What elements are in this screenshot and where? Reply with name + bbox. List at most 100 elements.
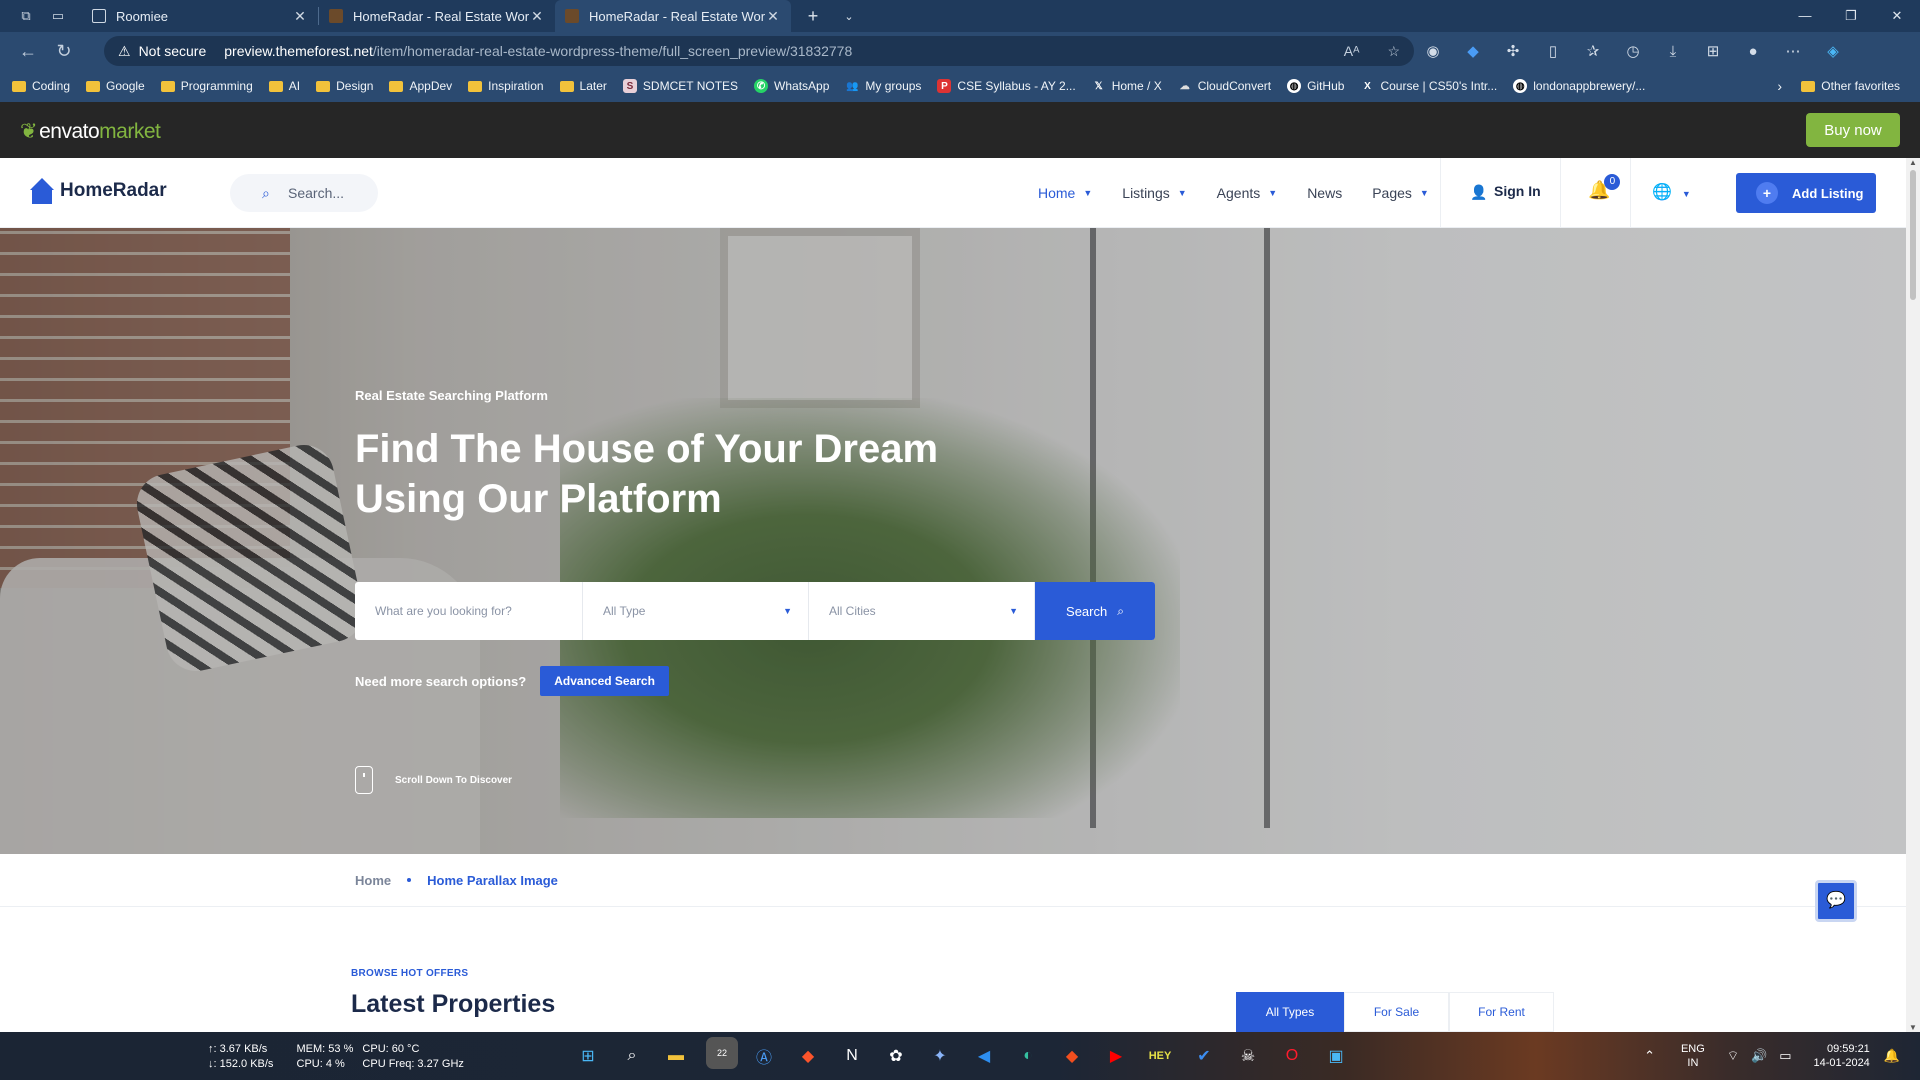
bookmark-home-x[interactable]: 𝕏 Home / X [1092,79,1162,93]
minimize-icon[interactable]: — [1782,0,1828,32]
tab-actions-icon[interactable]: ▭ [44,0,72,32]
windows-start-icon[interactable]: ⊞ [572,1040,604,1072]
vscode-icon[interactable]: ◀ [968,1040,1000,1072]
page-scrollbar[interactable]: ▲ ▼ [1906,158,1920,1032]
favorite-star-icon[interactable]: ☆ [1387,43,1400,60]
back-icon[interactable]: ← [10,41,46,62]
favorites-icon[interactable]: ✰ [1582,42,1604,60]
new-tab-icon[interactable]: + [799,6,827,27]
bookmark-sdmcet-notes[interactable]: S SDMCET NOTES [622,79,738,93]
homeradar-logo[interactable]: HomeRadar [30,176,167,206]
buy-now-button[interactable]: Buy now [1806,113,1900,147]
extension-icon[interactable]: ◆ [1462,42,1484,60]
more-bookmarks-chevron-icon[interactable]: › [1777,70,1782,102]
collections-icon[interactable]: ⊞ [1702,42,1724,60]
copilot-icon[interactable]: ◈ [1822,42,1844,60]
language-indicator[interactable]: ENG IN [1681,1042,1705,1070]
tab-list-chevron-icon[interactable]: ⌄ [835,10,863,23]
nav-item-home[interactable]: Home ▼ [1038,185,1092,201]
split-screen-icon[interactable]: ▯ [1542,42,1564,60]
filter-for-rent[interactable]: For Rent [1449,992,1554,1032]
close-window-icon[interactable]: ✕ [1874,0,1920,32]
close-tab-icon[interactable]: ✕ [765,8,781,25]
gemini-icon[interactable]: ✦ [924,1040,956,1072]
keyword-search-input[interactable]: What are you looking for? [355,582,583,640]
bookmark-folder-inspiration[interactable]: Inspiration [468,79,544,93]
todo-icon[interactable]: ✔ [1188,1040,1220,1072]
bookmark-folder-coding[interactable]: Coding [12,79,70,93]
restore-icon[interactable]: ❐ [1828,0,1874,32]
breadcrumb-home-link[interactable]: Home [355,873,391,888]
scrollbar-thumb[interactable] [1910,170,1916,300]
nav-item-listings[interactable]: Listings ▼ [1122,185,1186,201]
browser-tab-homeradar-1[interactable]: HomeRadar - Real Estate WordPr ✕ [319,0,555,32]
other-favorites[interactable]: Other favorites [1801,70,1900,102]
edge-browser-icon[interactable]: ◐ [1012,1040,1044,1072]
address-bar[interactable]: ⚠ Not secure preview.themeforest.net /it… [104,36,1414,66]
bookmark-folder-appdev[interactable]: AppDev [389,79,452,93]
scroll-down-hint[interactable]: Scroll Down To Discover [355,766,512,794]
nav-item-agents[interactable]: Agents ▼ [1217,185,1278,201]
close-tab-icon[interactable]: ✕ [529,8,545,25]
filter-all-types[interactable]: All Types [1236,992,1344,1032]
telegram-icon[interactable]: ➤22 [704,1037,738,1072]
chat-widget-icon[interactable]: 💬 [1815,880,1857,922]
bookmark-folder-programming[interactable]: Programming [160,79,253,93]
notifications-bell-icon[interactable]: 🔔 0 [1588,174,1621,201]
extensions-puzzle-icon[interactable]: ✣ [1502,42,1524,60]
browser-tab-roomiee[interactable]: Roomiee ✕ [82,0,318,32]
advanced-search-button[interactable]: Advanced Search [540,666,669,696]
bookmark-londonappbrewery[interactable]: ◍ londonappbrewery/... [1513,79,1645,93]
nav-item-news[interactable]: News [1307,185,1342,201]
file-explorer-icon[interactable]: ▬ [660,1040,692,1072]
envato-logo[interactable]: ❦envatomarket [20,119,161,144]
battery-icon[interactable]: ▭ [1779,1048,1791,1064]
close-tab-icon[interactable]: ✕ [292,8,308,25]
add-listing-button[interactable]: + Add Listing [1736,173,1876,213]
history-icon[interactable]: ◷ [1622,42,1644,60]
profile-avatar[interactable]: ● [1742,43,1764,60]
opera-browser-icon[interactable]: O [1276,1040,1308,1072]
photos-app-icon[interactable]: ▣ [1320,1040,1352,1072]
scroll-up-arrow-icon[interactable]: ▲ [1909,158,1917,167]
more-menu-icon[interactable]: ⋯ [1782,42,1804,60]
site-search-input[interactable]: ⌕ Search... [230,174,378,212]
scroll-down-arrow-icon[interactable]: ▼ [1909,1023,1917,1032]
notification-bell-icon[interactable]: 🔔 [1884,1048,1900,1064]
wifi-icon[interactable]: ⌔ [1727,1048,1739,1064]
youtube-icon[interactable]: ▶ [1100,1040,1132,1072]
notion-icon[interactable]: N [836,1040,868,1072]
bookmark-whatsapp[interactable]: ✆ WhatsApp [754,79,829,93]
bookmark-cse-syllabus[interactable]: P CSE Syllabus - AY 2... [937,79,1076,93]
bookmark-folder-google[interactable]: Google [86,79,145,93]
type-select[interactable]: All Type ▼ [583,582,809,640]
filter-for-sale[interactable]: For Sale [1344,992,1449,1032]
bookmark-folder-ai[interactable]: AI [268,79,300,93]
bookmark-github[interactable]: ◍ GitHub [1287,79,1344,93]
bookmark-folder-later[interactable]: Later [559,79,607,93]
extension-icon[interactable]: ◉ [1422,42,1444,60]
volume-icon[interactable]: 🔊 [1751,1048,1767,1064]
chatgpt-icon[interactable]: ✿ [880,1040,912,1072]
browser-tab-homeradar-2[interactable]: HomeRadar - Real Estate WordPr ✕ [555,0,791,32]
bookmark-cloudconvert[interactable]: ☁ CloudConvert [1178,79,1271,93]
tray-overflow-chevron-icon[interactable]: ⌃ [1644,1048,1655,1064]
bookmark-cs50-course[interactable]: X Course | CS50's Intr... [1360,79,1497,93]
workspaces-icon[interactable]: ⧉ [12,0,40,32]
sign-in-link[interactable]: 👤 Sign In [1470,183,1541,200]
hey-app-icon[interactable]: HEY [1144,1040,1176,1072]
app-store-icon[interactable]: Ⓐ [748,1040,780,1072]
city-select[interactable]: All Cities ▼ [809,582,1035,640]
search-icon[interactable]: ⌕ [616,1040,648,1072]
read-aloud-icon[interactable]: Aᴬ [1344,43,1360,60]
brave-browser-icon[interactable]: ◆ [792,1040,824,1072]
refresh-icon[interactable]: ↻ [46,41,82,62]
language-selector[interactable]: 🌐 ▼ [1652,182,1691,202]
nav-item-pages[interactable]: Pages ▼ [1372,185,1429,201]
downloads-icon[interactable]: ⤓ [1662,43,1684,60]
figma-icon[interactable]: ◆ [1056,1040,1088,1072]
security-status[interactable]: Not secure [139,43,207,59]
search-button[interactable]: Search ⌕ [1035,582,1155,640]
bookmark-folder-design[interactable]: Design [316,79,373,93]
game-icon[interactable]: ☠ [1232,1040,1264,1072]
